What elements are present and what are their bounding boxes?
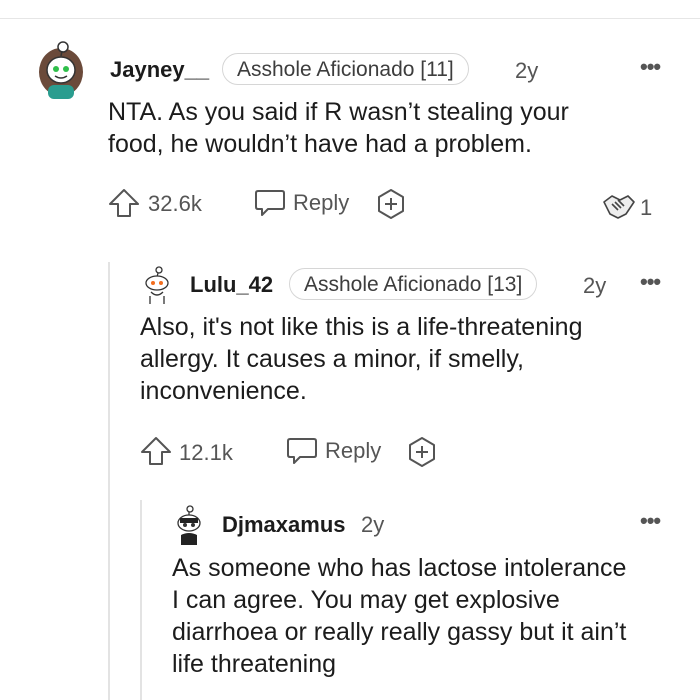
comment-body-line: food, he wouldn’t have had a problem. <box>108 130 532 158</box>
comment-body-line: I can agree. You may get explosive <box>172 586 560 614</box>
top-divider <box>0 18 700 19</box>
vote-count: 32.6k <box>148 191 202 216</box>
comment-body-line: allergy. It causes a minor, if smelly, <box>140 345 524 373</box>
more-options-icon[interactable]: ••• <box>640 56 661 78</box>
reply-button[interactable]: Reply <box>293 190 349 216</box>
avatar-djmaxamus-icon <box>177 505 201 545</box>
plus-award-icon[interactable] <box>406 436 438 468</box>
more-options-icon[interactable]: ••• <box>640 510 661 532</box>
comment-age: 2y <box>515 58 539 83</box>
avatar[interactable] <box>174 505 204 547</box>
avatar-jayney-icon <box>39 41 83 99</box>
comment-body-line: life threatening <box>172 650 337 678</box>
comment-body-line: diarrhoea or really really gassy but it … <box>172 618 627 646</box>
comment-author[interactable]: Lulu_42 <box>190 272 273 298</box>
comment-body-line: NTA. As you said if R wasn’t stealing yo… <box>108 98 569 126</box>
chat-bubble-icon[interactable] <box>254 188 286 218</box>
avatar-lulu-icon <box>145 266 169 304</box>
comment-body: Also, it's not like this is a life-threa… <box>140 311 680 407</box>
comment-author[interactable]: Djmaxamus <box>222 512 346 538</box>
comment-body: NTA. As you said if R wasn’t stealing yo… <box>108 96 668 160</box>
thread-line-level-2[interactable] <box>140 500 142 700</box>
vote-count: 12.1k <box>179 440 233 465</box>
comment-age: 2y <box>361 512 385 537</box>
reply-button[interactable]: Reply <box>325 438 381 464</box>
comment-body-line: Also, it's not like this is a life-threa… <box>140 313 583 341</box>
comment-author[interactable]: Jayney__ <box>110 57 209 83</box>
user-flair: Asshole Aficionado [11] <box>222 53 469 85</box>
upvote-arrow-icon[interactable] <box>108 188 140 218</box>
avatar[interactable] <box>142 266 172 306</box>
upvote-arrow-icon[interactable] <box>140 436 172 466</box>
user-flair: Asshole Aficionado [13] <box>289 268 538 300</box>
comment-body-line: inconvenience. <box>140 377 307 405</box>
plus-award-icon[interactable] <box>375 188 407 220</box>
comment-body: As someone who has lactose intolerance I… <box>172 552 687 680</box>
thread-line-level-1[interactable] <box>108 262 110 700</box>
avatar[interactable] <box>36 40 86 102</box>
chat-bubble-icon[interactable] <box>286 436 318 466</box>
handshake-award-icon[interactable] <box>602 192 636 222</box>
more-options-icon[interactable]: ••• <box>640 271 661 293</box>
award-count: 1 <box>640 195 653 220</box>
comment-age: 2y <box>583 273 607 298</box>
comment-body-line: As someone who has lactose intolerance <box>172 554 627 582</box>
